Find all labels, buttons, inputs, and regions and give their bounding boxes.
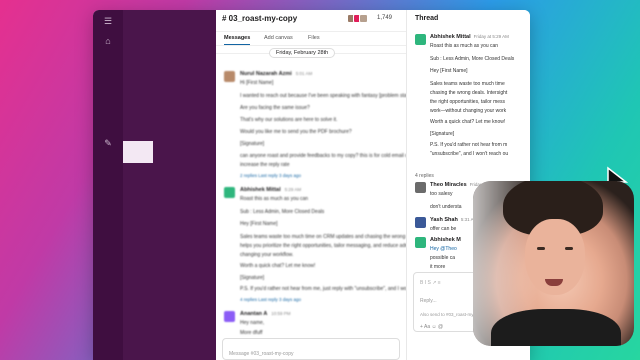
edit-icon[interactable]: ✎ bbox=[102, 138, 114, 148]
tab-messages[interactable]: Messages bbox=[224, 35, 251, 45]
message-line: offer can be bbox=[430, 226, 457, 232]
avatar[interactable] bbox=[415, 34, 426, 45]
message-author[interactable]: Abhishek Mittal 5:29 AM bbox=[240, 187, 301, 193]
channel-header: # 03_roast-my-copy 1,749 bbox=[216, 10, 406, 32]
message-line: Sub : Less Admin, More Closed Deals bbox=[430, 56, 515, 62]
message-author[interactable]: Yash Shah 5:31 AM bbox=[430, 217, 477, 223]
channel-pane: # 03_roast-my-copy 1,749 Messages Add ca… bbox=[216, 10, 451, 360]
message-line: increase the reply rate bbox=[240, 162, 290, 168]
channel-sidebar bbox=[123, 10, 216, 360]
message-line: the right opportunities, tailor mess bbox=[430, 99, 506, 105]
message-line: changing your workflow. bbox=[240, 252, 294, 258]
webcam-overlay bbox=[473, 181, 634, 346]
composer-actions[interactable]: + Aa ☺ @ bbox=[420, 324, 443, 330]
message-line: too salesy bbox=[430, 191, 453, 197]
message-author[interactable]: Abhishek M bbox=[430, 237, 464, 243]
avatar[interactable] bbox=[415, 182, 426, 193]
home-icon[interactable]: ⌂ bbox=[102, 36, 114, 46]
workspace-icon[interactable]: ☰ bbox=[102, 16, 114, 26]
thread-title: Thread bbox=[415, 15, 439, 22]
message-line: Hey @Theo bbox=[430, 246, 457, 252]
message-line: [Signature] bbox=[430, 131, 455, 137]
member-avatars[interactable] bbox=[347, 14, 375, 24]
message-line: Are you facing the same issue? bbox=[240, 105, 310, 111]
message-author[interactable]: Abhishek Mittal Friday at 5:29 AM bbox=[430, 34, 509, 40]
message-author[interactable]: Nurul Nazarah Azmi 5:01 AM bbox=[240, 71, 312, 77]
message-line: Would you like me to send you the PDF br… bbox=[240, 129, 352, 135]
message-line: Worth a quick chat? Let me know! bbox=[430, 119, 506, 125]
channel-title[interactable]: # 03_roast-my-copy bbox=[222, 14, 297, 23]
message-line: Hey [First Name] bbox=[430, 68, 468, 74]
avatar[interactable] bbox=[224, 311, 235, 322]
slack-window: ☰ ⌂ ✎ # 03_roast-my-copy 1,749 Messages … bbox=[93, 10, 530, 360]
sidebar-item-selected[interactable] bbox=[123, 141, 153, 163]
format-toolbar[interactable]: B I S ↗ ≡ bbox=[420, 280, 441, 286]
avatar[interactable] bbox=[415, 237, 426, 248]
message-line: "unsubscribe", and I won't reach ou bbox=[430, 151, 509, 157]
reply-placeholder: Reply... bbox=[420, 298, 437, 304]
message-line: chasing the wrong deals. Intersight bbox=[430, 90, 508, 96]
message-line: Sales teams waste too much time bbox=[430, 81, 505, 87]
avatar[interactable] bbox=[415, 217, 426, 228]
thread-replies-link[interactable]: 4 replies Last reply 3 days ago bbox=[240, 297, 301, 302]
message-line: I wanted to reach out because I've been … bbox=[240, 93, 425, 99]
composer-placeholder: Message #03_roast-my-copy bbox=[229, 351, 294, 357]
member-count[interactable]: 1,749 bbox=[377, 15, 392, 21]
message-line: Hi [First Name] bbox=[240, 80, 274, 86]
message-line: Worth a quick chat? Let me know! bbox=[240, 263, 316, 269]
message-line: Roast this as much as you can bbox=[240, 196, 309, 202]
message-line: work—without changing your work bbox=[430, 108, 507, 114]
replies-count: 4 replies bbox=[415, 173, 434, 179]
date-divider[interactable]: Friday, February 28th bbox=[269, 48, 336, 58]
channel-tabs: Messages Add canvas Files bbox=[216, 32, 406, 46]
workspace-rail: ☰ ⌂ ✎ bbox=[93, 10, 123, 360]
message-line: More dfuff bbox=[240, 330, 263, 336]
message-line: P.S. If you'd rather not hear from m bbox=[430, 142, 508, 148]
message-line: Roast this as much as you can bbox=[430, 43, 499, 49]
message-author[interactable]: Anantan A 10:59 PM bbox=[240, 311, 291, 317]
message-line: possible ca bbox=[430, 255, 456, 261]
message-line: That's why our solutions are here to sol… bbox=[240, 117, 338, 123]
message-line: Sub : Less Admin, More Closed Deals bbox=[240, 209, 325, 215]
message-line: Hey name, bbox=[240, 320, 265, 326]
avatar[interactable] bbox=[224, 187, 235, 198]
message-line: don't understa bbox=[430, 204, 462, 210]
message-composer[interactable]: Message #03_roast-my-copy bbox=[222, 338, 400, 360]
avatar[interactable] bbox=[224, 71, 235, 82]
message-line: it more bbox=[430, 264, 446, 270]
message-line: Hey [First Name] bbox=[240, 221, 278, 227]
message-line: [Signature] bbox=[240, 141, 265, 147]
tab-files[interactable]: Files bbox=[308, 35, 320, 41]
tab-add-canvas[interactable]: Add canvas bbox=[264, 35, 293, 41]
thread-replies-link[interactable]: 2 replies Last reply 3 days ago bbox=[240, 173, 301, 178]
message-line: [Signature] bbox=[240, 275, 265, 281]
